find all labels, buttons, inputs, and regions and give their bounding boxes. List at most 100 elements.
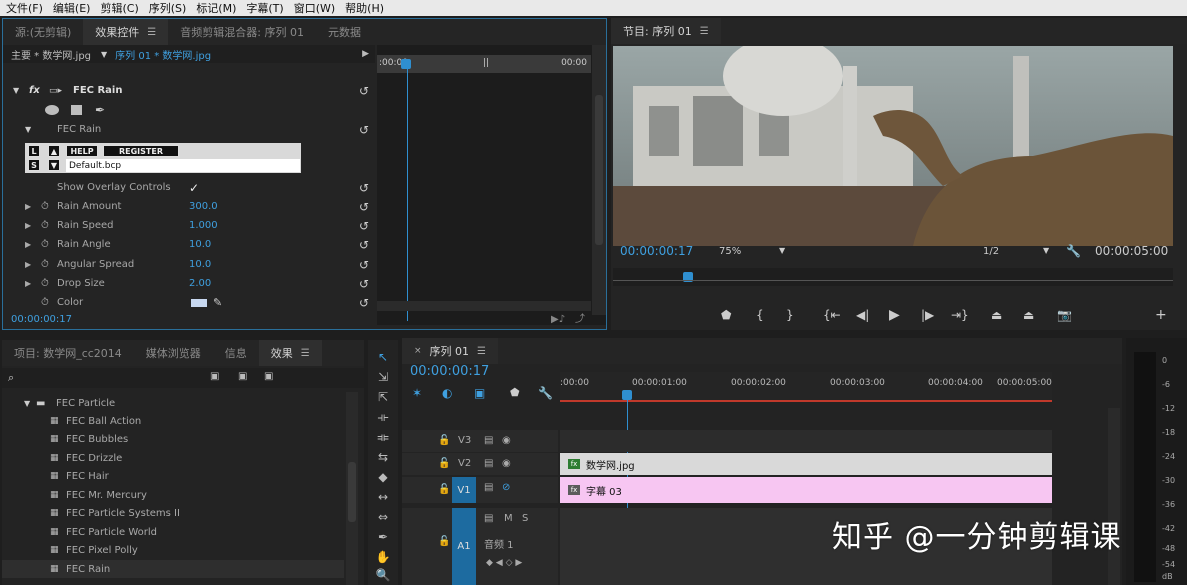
down-arrow-icon[interactable]: ▼ xyxy=(48,159,60,171)
zoom-select[interactable]: 75% xyxy=(719,246,741,257)
eye-icon[interactable]: ◉ xyxy=(502,458,511,469)
lift-icon[interactable]: ⏏ xyxy=(991,308,1002,322)
tab-project[interactable]: 项目: 数学网_cc2014 xyxy=(2,340,134,366)
clip-title[interactable]: fx 字幕 03 xyxy=(560,477,1052,503)
stopwatch-icon[interactable]: ⏱ xyxy=(41,278,49,289)
play-audio-icon[interactable]: ▶♪ xyxy=(551,314,565,325)
work-area-bar[interactable] xyxy=(560,400,1052,402)
solo-button[interactable]: S xyxy=(522,513,528,524)
sequence-clip-link[interactable]: 序列 01 * 数学网.jpg xyxy=(115,47,211,62)
lane-v2[interactable]: fx 数学网.jpg xyxy=(560,453,1052,475)
playhead-handle[interactable] xyxy=(401,59,411,69)
menu-edit[interactable]: 编辑(E) xyxy=(53,0,91,16)
reset-icon[interactable]: ↺ xyxy=(359,123,369,137)
tab-media-browser[interactable]: 媒体浏览器 xyxy=(134,340,213,366)
panel-menu-icon[interactable]: ☰ xyxy=(301,348,310,359)
toggle-sync-icon[interactable]: ▤ xyxy=(484,435,493,446)
list-item[interactable]: ▦ FEC Particle Systems II xyxy=(2,504,344,522)
menu-sequence[interactable]: 序列(S) xyxy=(149,0,187,16)
load-button[interactable]: L xyxy=(28,145,40,157)
mark-out-icon[interactable]: } xyxy=(786,308,794,322)
wrench-icon[interactable]: 🔧 xyxy=(1066,244,1081,258)
reset-icon[interactable]: ↺ xyxy=(359,238,369,252)
camera-icon[interactable]: 📷 xyxy=(1057,308,1072,322)
stopwatch-icon[interactable]: ⏱ xyxy=(41,259,49,270)
go-to-out-icon[interactable]: ⇥} xyxy=(951,308,969,322)
effects-search-bar[interactable]: ⌕ ▣ ▣ ▣ xyxy=(2,368,364,388)
list-item[interactable]: ▦ FEC Bubbles xyxy=(2,430,344,448)
fec-rain-group-row[interactable]: ▼ FEC Rain ↺ xyxy=(3,120,375,139)
toggle-sync-icon[interactable]: ▤ xyxy=(484,482,493,493)
toggle-sync-icon[interactable]: ▤ xyxy=(484,458,493,469)
expand-triangle-icon[interactable]: ▶ xyxy=(25,202,31,211)
panel-menu-icon[interactable]: ☰ xyxy=(147,27,156,38)
playhead-handle[interactable] xyxy=(622,390,632,400)
ec-timecode[interactable]: 00:00:00:17 xyxy=(11,314,72,325)
menu-clip[interactable]: 剪辑(C) xyxy=(100,0,138,16)
linked-selection-icon[interactable]: ◐ xyxy=(442,386,452,400)
mute-button[interactable]: M xyxy=(504,513,513,524)
rate-stretch-tool-icon[interactable]: ⇆ xyxy=(373,448,393,466)
stopwatch-icon[interactable]: ⏱ xyxy=(41,297,49,308)
tab-audio-mixer[interactable]: 音频剪辑混合器: 序列 01 xyxy=(168,19,316,45)
tab-program[interactable]: 节目: 序列 01 ☰ xyxy=(611,18,721,44)
pm-scrubber[interactable] xyxy=(613,268,1173,286)
lock-icon[interactable]: 🔓 xyxy=(438,435,450,446)
wrench-icon[interactable]: 🔧 xyxy=(538,386,553,400)
tl-scrollbar[interactable] xyxy=(1108,408,1120,585)
expand-triangle-icon[interactable]: ▶ xyxy=(25,221,31,230)
param-value[interactable]: 300.0 xyxy=(189,201,218,212)
panel-menu-icon[interactable]: ☰ xyxy=(700,26,709,37)
menu-help[interactable]: 帮助(H) xyxy=(345,0,384,16)
scroll-thumb[interactable] xyxy=(595,95,603,245)
lock-icon[interactable]: 🔓 xyxy=(438,458,450,469)
effects-scrollbar[interactable] xyxy=(346,392,358,585)
track-target-a1[interactable]: A1 xyxy=(452,508,476,585)
reset-icon[interactable]: ↺ xyxy=(359,219,369,233)
play-triangle-icon[interactable]: ▶ xyxy=(362,49,369,59)
lane-v3[interactable] xyxy=(560,430,1052,452)
param-value[interactable]: 10.0 xyxy=(189,259,211,270)
expand-triangle-icon[interactable]: ▼ xyxy=(24,399,30,408)
scroll-thumb[interactable] xyxy=(348,462,356,522)
clip-image[interactable]: fx 数学网.jpg xyxy=(560,453,1052,475)
program-video-frame[interactable] xyxy=(613,46,1173,246)
track-select-tool-icon[interactable]: ⇲ xyxy=(373,368,393,386)
tab-info[interactable]: 信息 xyxy=(213,340,259,366)
eyedropper-icon[interactable]: ✎ xyxy=(213,296,222,309)
tl-time-ruler[interactable]: :00:00 00:00:01:00 00:00:02:00 00:00:03:… xyxy=(560,372,1052,402)
stopwatch-icon[interactable]: ⏱ xyxy=(41,201,49,212)
preset-field[interactable]: Default.bcp xyxy=(66,159,300,172)
track-target-v1[interactable]: V1 xyxy=(452,477,476,503)
reset-icon[interactable]: ↺ xyxy=(359,84,369,98)
mark-in-icon[interactable]: { xyxy=(756,308,764,322)
overlay-checkbox[interactable]: ✓ xyxy=(189,181,199,195)
reset-icon[interactable]: ↺ xyxy=(359,277,369,291)
toggle-sync-icon[interactable]: ▤ xyxy=(484,513,493,524)
menu-marker[interactable]: 标记(M) xyxy=(196,0,236,16)
tl-timecode[interactable]: 00:00:00:17 xyxy=(410,364,489,379)
reset-icon[interactable]: ↺ xyxy=(359,258,369,272)
param-value[interactable]: 1.000 xyxy=(189,220,218,231)
list-item[interactable]: ▦ FEC Mr. Mercury xyxy=(2,486,344,504)
fx-icon[interactable]: fx xyxy=(29,85,40,96)
chevron-down-icon[interactable]: ▼ xyxy=(779,246,785,255)
track-header-v3[interactable]: 🔓 V3 ▤ ◉ xyxy=(402,430,558,452)
eye-hidden-icon[interactable]: ⊘ xyxy=(502,482,510,493)
keyframe-nav-icon[interactable]: ◆ ◀ ◇ ▶ xyxy=(486,558,522,568)
ec-hscrollbar[interactable] xyxy=(377,301,591,311)
slip-tool-icon[interactable]: ↔ xyxy=(373,488,393,506)
rolling-edit-tool-icon[interactable]: ⟚ xyxy=(373,428,393,446)
ec-keyframe-area[interactable]: :00:00 || 00:00 xyxy=(377,45,606,325)
close-icon[interactable]: × xyxy=(414,346,422,356)
rectangle-mask-icon[interactable] xyxy=(71,104,82,115)
tab-metadata[interactable]: 元数据 xyxy=(316,19,373,45)
zoom-tool-icon[interactable]: 🔍 xyxy=(373,566,393,584)
expand-triangle-icon[interactable]: ▼ xyxy=(13,86,19,95)
reset-icon[interactable]: ↺ xyxy=(359,181,369,195)
tab-effect-controls[interactable]: 效果控件 ☰ xyxy=(83,19,169,45)
track-header-a1[interactable]: 🔓 A1 ▤ M S 音频 1 ◆ ◀ ◇ ▶ xyxy=(402,508,558,585)
add-marker-group-icon[interactable]: ▣ xyxy=(474,386,485,400)
panel-menu-icon[interactable]: ☰ xyxy=(477,346,486,357)
register-button[interactable]: REGISTER xyxy=(103,145,179,157)
